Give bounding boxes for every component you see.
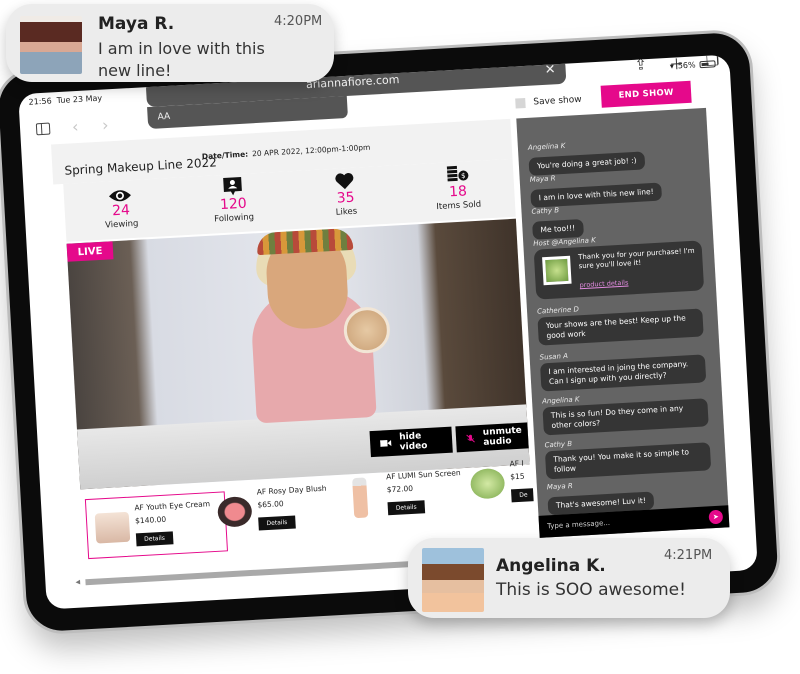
- chat-message: Catherine D Your shows are the best! Kee…: [537, 298, 704, 346]
- details-button[interactable]: Details: [258, 515, 296, 531]
- tabs-icon[interactable]: ❐: [705, 55, 720, 73]
- hide-video-button[interactable]: hide video: [369, 426, 453, 458]
- video-camera-icon: [380, 439, 392, 447]
- product-card[interactable]: AF I $15 De: [461, 452, 535, 516]
- product-image: [94, 511, 131, 544]
- date: Tue 23 May: [56, 93, 103, 106]
- chat-message: Maya R I am in love with this new line!: [530, 169, 663, 208]
- product-card[interactable]: AF Youth Eye Cream $140.00 Details: [84, 491, 228, 560]
- new-tab-icon[interactable]: ＋: [668, 55, 685, 75]
- sidebar-icon[interactable]: [35, 122, 51, 136]
- product-name: AF LUMI Sun Screen: [385, 468, 461, 482]
- send-icon[interactable]: ➤: [708, 509, 724, 525]
- product-thumbnail: [542, 255, 572, 286]
- product-image: [216, 495, 253, 528]
- notification-name: Angelina K.: [496, 556, 606, 576]
- message-input[interactable]: [546, 514, 698, 531]
- clock: 21:56: [28, 96, 52, 107]
- notification-name: Maya R.: [98, 14, 175, 34]
- product-card[interactable]: AF Rosy Day Blush $65.00 Details: [208, 476, 351, 544]
- main-content: Spring Makeup Line 2022 Date/Time: 20 APR…: [51, 118, 537, 586]
- chat-user: Cathy B: [531, 206, 560, 216]
- notification-angelina[interactable]: Angelina K. This is SOO awesome! 4:21PM: [408, 538, 730, 618]
- svg-text:$: $: [461, 172, 466, 180]
- product-price: $65.00: [257, 499, 284, 510]
- chat-message: Cathy B Thank you! You make it so simple…: [544, 432, 712, 480]
- details-button[interactable]: De: [510, 488, 535, 503]
- hide-video-label: hide video: [398, 431, 428, 453]
- stat-items-sold: $ 18 Items Sold: [400, 159, 516, 223]
- details-button[interactable]: Details: [135, 531, 174, 547]
- product-price: $15: [510, 471, 525, 482]
- avatar: [422, 548, 484, 612]
- unmute-audio-label: unmute audio: [482, 425, 523, 448]
- chat-message-host: Host @Angelina K Thank you for your purc…: [533, 230, 705, 300]
- notification-maya[interactable]: Maya R. I am in love with this new line!…: [6, 4, 334, 82]
- tablet-screen: 21:56 Tue 23 May ▾ 56% ‹ › ••• ariannafi…: [18, 54, 758, 610]
- notification-message: I am in love with this new line!: [98, 39, 265, 80]
- share-icon[interactable]: ⇪: [634, 55, 648, 77]
- notification-message: This is SOO awesome!: [496, 580, 686, 600]
- stat-viewing: 24 Viewing: [63, 178, 179, 242]
- chat-message: Angelina K This is so fun! Do they come …: [542, 388, 709, 436]
- scroll-left-icon[interactable]: ◀: [75, 579, 80, 586]
- product-details-link[interactable]: product details: [579, 279, 628, 290]
- avatar: [20, 16, 82, 74]
- datetime-value: 20 APR 2022, 12:00pm-1:00pm: [251, 142, 371, 159]
- product-name: AF Rosy Day Blush: [256, 483, 327, 497]
- clear-icon[interactable]: ✕: [544, 62, 556, 78]
- notification-time: 4:21PM: [664, 548, 713, 563]
- product-price: $140.00: [134, 514, 167, 526]
- text-size-label: AA: [157, 111, 171, 123]
- stage: 21:56 Tue 23 May ▾ 56% ‹ › ••• ariannafi…: [0, 0, 800, 674]
- chat-bubble: Thank you for your purchase! I'm sure yo…: [577, 246, 695, 271]
- browser-actions: ⇪ ＋ ❐: [634, 55, 720, 77]
- details-button[interactable]: Details: [387, 500, 425, 516]
- chat-user: Angelina K: [527, 141, 566, 152]
- product-image: [469, 467, 506, 500]
- product-price: $72.00: [386, 483, 414, 495]
- show-title: Spring Makeup Line 2022: [64, 155, 218, 178]
- datetime-label: Date/Time:: [201, 149, 249, 162]
- forward-icon[interactable]: ›: [101, 115, 108, 134]
- chat-user: Maya R: [546, 481, 573, 492]
- status-time: 21:56 Tue 23 May: [28, 94, 102, 107]
- back-icon[interactable]: ‹: [72, 117, 79, 136]
- show-datetime: Date/Time: 20 APR 2022, 12:00pm-1:00pm: [202, 143, 371, 161]
- chat-panel: Angelina K You're doing a great job! :) …: [516, 107, 730, 538]
- save-show-checkbox[interactable]: [515, 97, 526, 109]
- muted-mic-icon: [466, 434, 475, 443]
- live-badge: LIVE: [66, 241, 114, 262]
- product-image: [352, 477, 369, 519]
- live-video[interactable]: LIVE hide video unmute audio: [66, 218, 530, 490]
- chat-message: Susan A I am interested in joing the com…: [539, 344, 707, 392]
- chat-bubble: I am in love with this new line!: [530, 182, 663, 208]
- product-name: AF I: [509, 458, 524, 469]
- product-card[interactable]: AF LUMI Sun Screen $72.00 Details: [338, 461, 481, 529]
- notification-time: 4:20PM: [274, 14, 323, 29]
- more-dots-icon[interactable]: •••: [341, 61, 362, 73]
- product-name: AF Youth Eye Cream: [134, 499, 211, 513]
- chat-message: Cathy B Me too!!!: [531, 205, 584, 240]
- unmute-audio-button[interactable]: unmute audio: [455, 421, 530, 453]
- host-product-card: Thank you for your purchase! I'm sure yo…: [533, 240, 705, 300]
- stat-likes: 35 Likes: [288, 165, 404, 229]
- stat-following: 120 Following: [176, 171, 292, 235]
